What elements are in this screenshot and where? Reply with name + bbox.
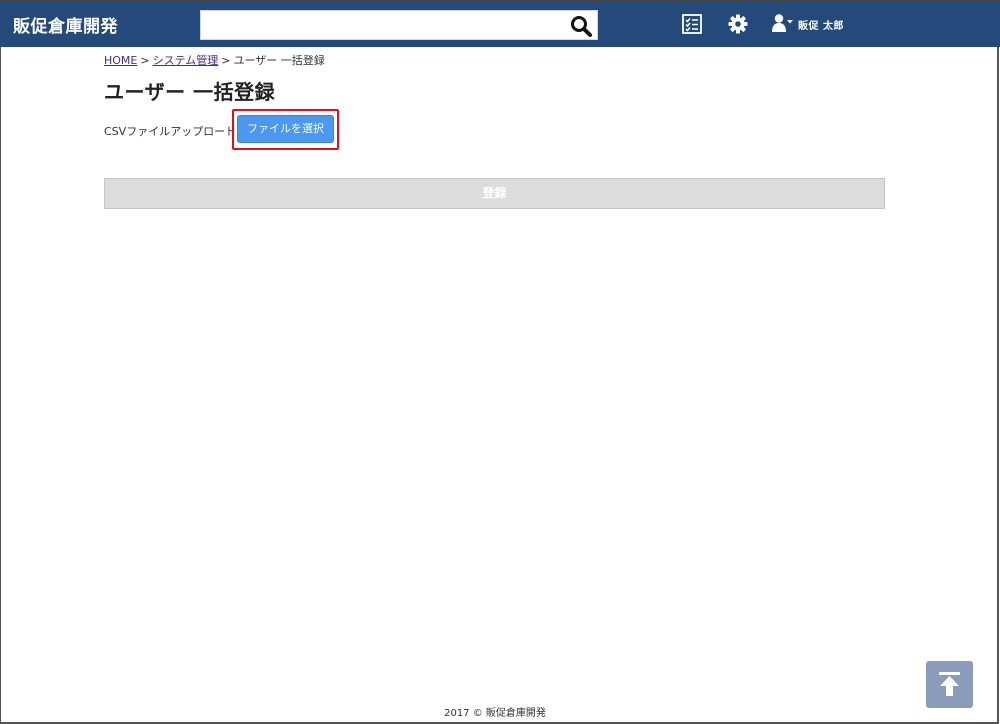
csv-upload-label: CSVファイルアップロード [104,125,237,138]
search-input[interactable] [201,11,577,39]
search-box [200,10,598,40]
page-title: ユーザー 一括登録 [104,80,276,104]
user-name: 販促 太郎 [798,20,844,32]
register-button[interactable]: 登録 [104,178,885,209]
brand-logo-text[interactable]: 販促倉庫開発 [13,12,118,37]
window-frame [0,0,999,724]
back-to-top-button[interactable] [926,661,973,708]
user-icon [772,13,794,36]
breadcrumb-system-link[interactable]: システム管理 [153,54,219,67]
breadcrumb: HOME > システム管理 > ユーザー 一括登録 [104,52,325,68]
footer-copyright: 2017 © 販促倉庫開発 [444,708,546,719]
search-icon[interactable] [569,14,593,38]
breadcrumb-separator: > [221,54,231,67]
choose-file-button[interactable]: ファイルを選択 [237,115,334,143]
breadcrumb-current: ユーザー 一括登録 [233,54,325,67]
app-header: 販促倉庫開発 販促 太郎 [0,0,1000,47]
breadcrumb-separator: > [140,54,150,67]
gear-icon[interactable] [727,13,751,37]
checklist-icon[interactable] [681,13,705,37]
user-menu[interactable]: 販促 太郎 [772,13,844,35]
arrow-up-to-top-icon [926,672,973,712]
breadcrumb-home-link[interactable]: HOME [104,54,137,67]
